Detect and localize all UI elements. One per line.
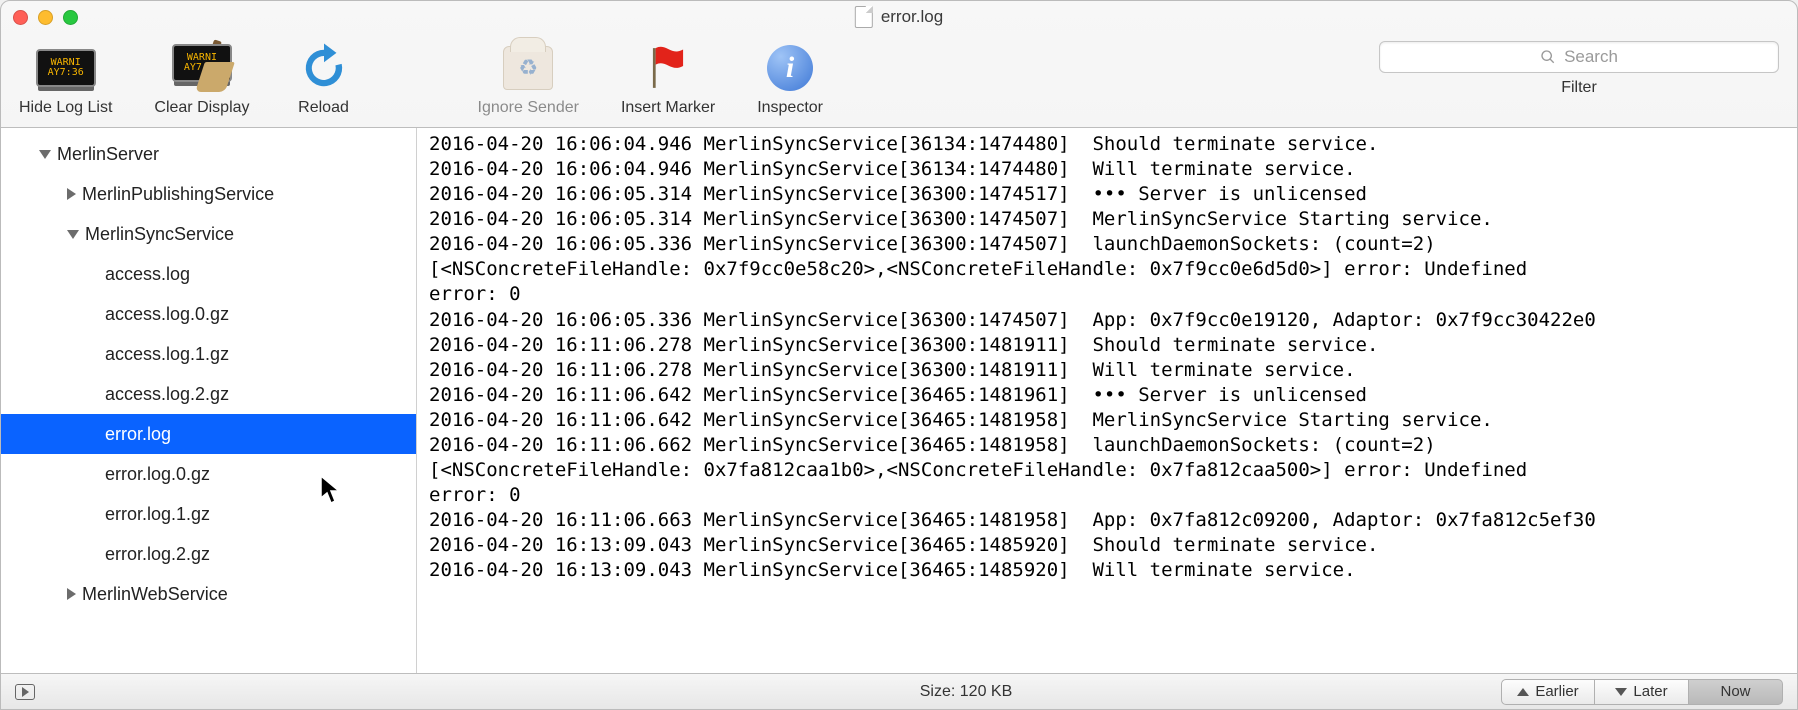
search-icon bbox=[1540, 49, 1556, 65]
reload-label: Reload bbox=[298, 99, 349, 117]
hide-log-list-button[interactable]: WARNIAY7:36 Hide Log List bbox=[19, 41, 112, 117]
clear-display-button[interactable]: WARNIAY7:36 Clear Display bbox=[154, 41, 249, 117]
time-nav-segment: Earlier Later Now bbox=[1501, 679, 1783, 705]
filter-label: Filter bbox=[1561, 79, 1597, 97]
window-title: error.log bbox=[855, 6, 943, 28]
disclosure-down-icon bbox=[67, 230, 79, 239]
sidebar-item-label: error.log.2.gz bbox=[105, 544, 210, 565]
arrow-down-icon bbox=[1615, 688, 1627, 696]
sidebar-item-merlinserver[interactable]: MerlinServer bbox=[1, 134, 416, 174]
led-panel-icon: WARNIAY7:36 bbox=[34, 41, 98, 95]
sidebar-item-label: MerlinWebService bbox=[82, 584, 228, 605]
reload-icon bbox=[292, 41, 356, 95]
minimize-window-button[interactable] bbox=[38, 10, 53, 25]
window-title-text: error.log bbox=[881, 7, 943, 27]
disclosure-right-icon bbox=[67, 588, 76, 600]
search-input[interactable]: Search bbox=[1379, 41, 1779, 73]
sidebar-item-label: error.log.0.gz bbox=[105, 464, 210, 485]
log-line: 2016-04-20 16:11:06.278 MerlinSyncServic… bbox=[429, 358, 1785, 383]
titlebar: error.log bbox=[1, 1, 1797, 33]
console-window: error.log WARNIAY7:36 Hide Log List WARN… bbox=[0, 0, 1798, 710]
statusbar: Size: 120 KB Earlier Later Now bbox=[1, 673, 1797, 709]
sidebar-item-label: error.log bbox=[105, 424, 171, 445]
log-line: 2016-04-20 16:11:06.663 MerlinSyncServic… bbox=[429, 508, 1785, 533]
sidebar-item-sync[interactable]: MerlinSyncService bbox=[1, 214, 416, 254]
sidebar-item-web[interactable]: MerlinWebService bbox=[1, 574, 416, 614]
recycle-bin-icon bbox=[496, 41, 560, 95]
log-line: 2016-04-20 16:11:06.662 MerlinSyncServic… bbox=[429, 433, 1785, 458]
log-line: 2016-04-20 16:11:06.642 MerlinSyncServic… bbox=[429, 383, 1785, 408]
sidebar-file-error-log-2[interactable]: error.log.2.gz bbox=[1, 534, 416, 574]
log-line: 2016-04-20 16:13:09.043 MerlinSyncServic… bbox=[429, 533, 1785, 558]
log-line: 2016-04-20 16:06:05.336 MerlinSyncServic… bbox=[429, 232, 1785, 257]
document-icon bbox=[855, 6, 873, 28]
sidebar-file-error-log-0[interactable]: error.log.0.gz bbox=[1, 454, 416, 494]
log-line: 2016-04-20 16:06:05.314 MerlinSyncServic… bbox=[429, 182, 1785, 207]
reload-button[interactable]: Reload bbox=[292, 41, 356, 117]
later-button[interactable]: Later bbox=[1595, 679, 1689, 705]
log-line: [<NSConcreteFileHandle: 0x7f9cc0e58c20>,… bbox=[429, 257, 1785, 282]
log-line: [<NSConcreteFileHandle: 0x7fa812caa1b0>,… bbox=[429, 458, 1785, 483]
disclosure-down-icon bbox=[39, 150, 51, 159]
sidebar-item-label: MerlinSyncService bbox=[85, 224, 234, 245]
log-line: 2016-04-20 16:13:09.043 MerlinSyncServic… bbox=[429, 558, 1785, 583]
earlier-button[interactable]: Earlier bbox=[1501, 679, 1595, 705]
toolbar: WARNIAY7:36 Hide Log List WARNIAY7:36 Cl… bbox=[1, 33, 1797, 128]
now-button[interactable]: Now bbox=[1689, 679, 1783, 705]
sidebar-item-label: access.log bbox=[105, 264, 190, 285]
later-label: Later bbox=[1633, 683, 1667, 700]
earlier-label: Earlier bbox=[1535, 683, 1578, 700]
status-size: Size: 120 KB bbox=[431, 683, 1501, 701]
close-window-button[interactable] bbox=[13, 10, 28, 25]
sidebar-item-label: access.log.0.gz bbox=[105, 304, 229, 325]
sidebar-item-label: error.log.1.gz bbox=[105, 504, 210, 525]
sidebar-file-error-log-1[interactable]: error.log.1.gz bbox=[1, 494, 416, 534]
log-content[interactable]: 2016-04-20 16:06:04.946 MerlinSyncServic… bbox=[417, 128, 1797, 673]
log-line: 2016-04-20 16:06:04.946 MerlinSyncServic… bbox=[429, 132, 1785, 157]
window-controls bbox=[13, 10, 78, 25]
sidebar-file-access-log[interactable]: access.log bbox=[1, 254, 416, 294]
sidebar-item-label: MerlinServer bbox=[57, 144, 159, 165]
clear-display-label: Clear Display bbox=[154, 99, 249, 117]
search-placeholder: Search bbox=[1564, 47, 1618, 67]
hide-log-list-label: Hide Log List bbox=[19, 99, 112, 117]
broom-icon: WARNIAY7:36 bbox=[170, 41, 234, 95]
arrow-up-icon bbox=[1517, 688, 1529, 696]
quicklook-icon[interactable] bbox=[15, 684, 35, 700]
log-list-sidebar[interactable]: MerlinServer MerlinPublishingService Mer… bbox=[1, 128, 417, 673]
flag-icon bbox=[636, 41, 700, 95]
sidebar-item-label: access.log.1.gz bbox=[105, 344, 229, 365]
sidebar-item-label: access.log.2.gz bbox=[105, 384, 229, 405]
disclosure-right-icon bbox=[67, 188, 76, 200]
log-line: 2016-04-20 16:06:04.946 MerlinSyncServic… bbox=[429, 157, 1785, 182]
sidebar-file-access-log-1[interactable]: access.log.1.gz bbox=[1, 334, 416, 374]
log-line: error: 0 bbox=[429, 282, 1785, 307]
log-line: 2016-04-20 16:11:06.278 MerlinSyncServic… bbox=[429, 333, 1785, 358]
info-icon: i bbox=[758, 41, 822, 95]
log-line: 2016-04-20 16:11:06.642 MerlinSyncServic… bbox=[429, 408, 1785, 433]
sidebar-item-label: MerlinPublishingService bbox=[82, 184, 274, 205]
insert-marker-label: Insert Marker bbox=[621, 99, 715, 117]
log-line: error: 0 bbox=[429, 483, 1785, 508]
ignore-sender-button[interactable]: Ignore Sender bbox=[478, 41, 579, 117]
inspector-label: Inspector bbox=[757, 99, 823, 117]
insert-marker-button[interactable]: Insert Marker bbox=[621, 41, 715, 117]
sidebar-file-error-log[interactable]: error.log bbox=[1, 414, 416, 454]
now-label: Now bbox=[1720, 683, 1750, 700]
sidebar-file-access-log-2[interactable]: access.log.2.gz bbox=[1, 374, 416, 414]
ignore-sender-label: Ignore Sender bbox=[478, 99, 579, 117]
log-line: 2016-04-20 16:06:05.314 MerlinSyncServic… bbox=[429, 207, 1785, 232]
inspector-button[interactable]: i Inspector bbox=[757, 41, 823, 117]
sidebar-file-access-log-0[interactable]: access.log.0.gz bbox=[1, 294, 416, 334]
sidebar-item-publishing[interactable]: MerlinPublishingService bbox=[1, 174, 416, 214]
log-line: 2016-04-20 16:06:05.336 MerlinSyncServic… bbox=[429, 308, 1785, 333]
zoom-window-button[interactable] bbox=[63, 10, 78, 25]
